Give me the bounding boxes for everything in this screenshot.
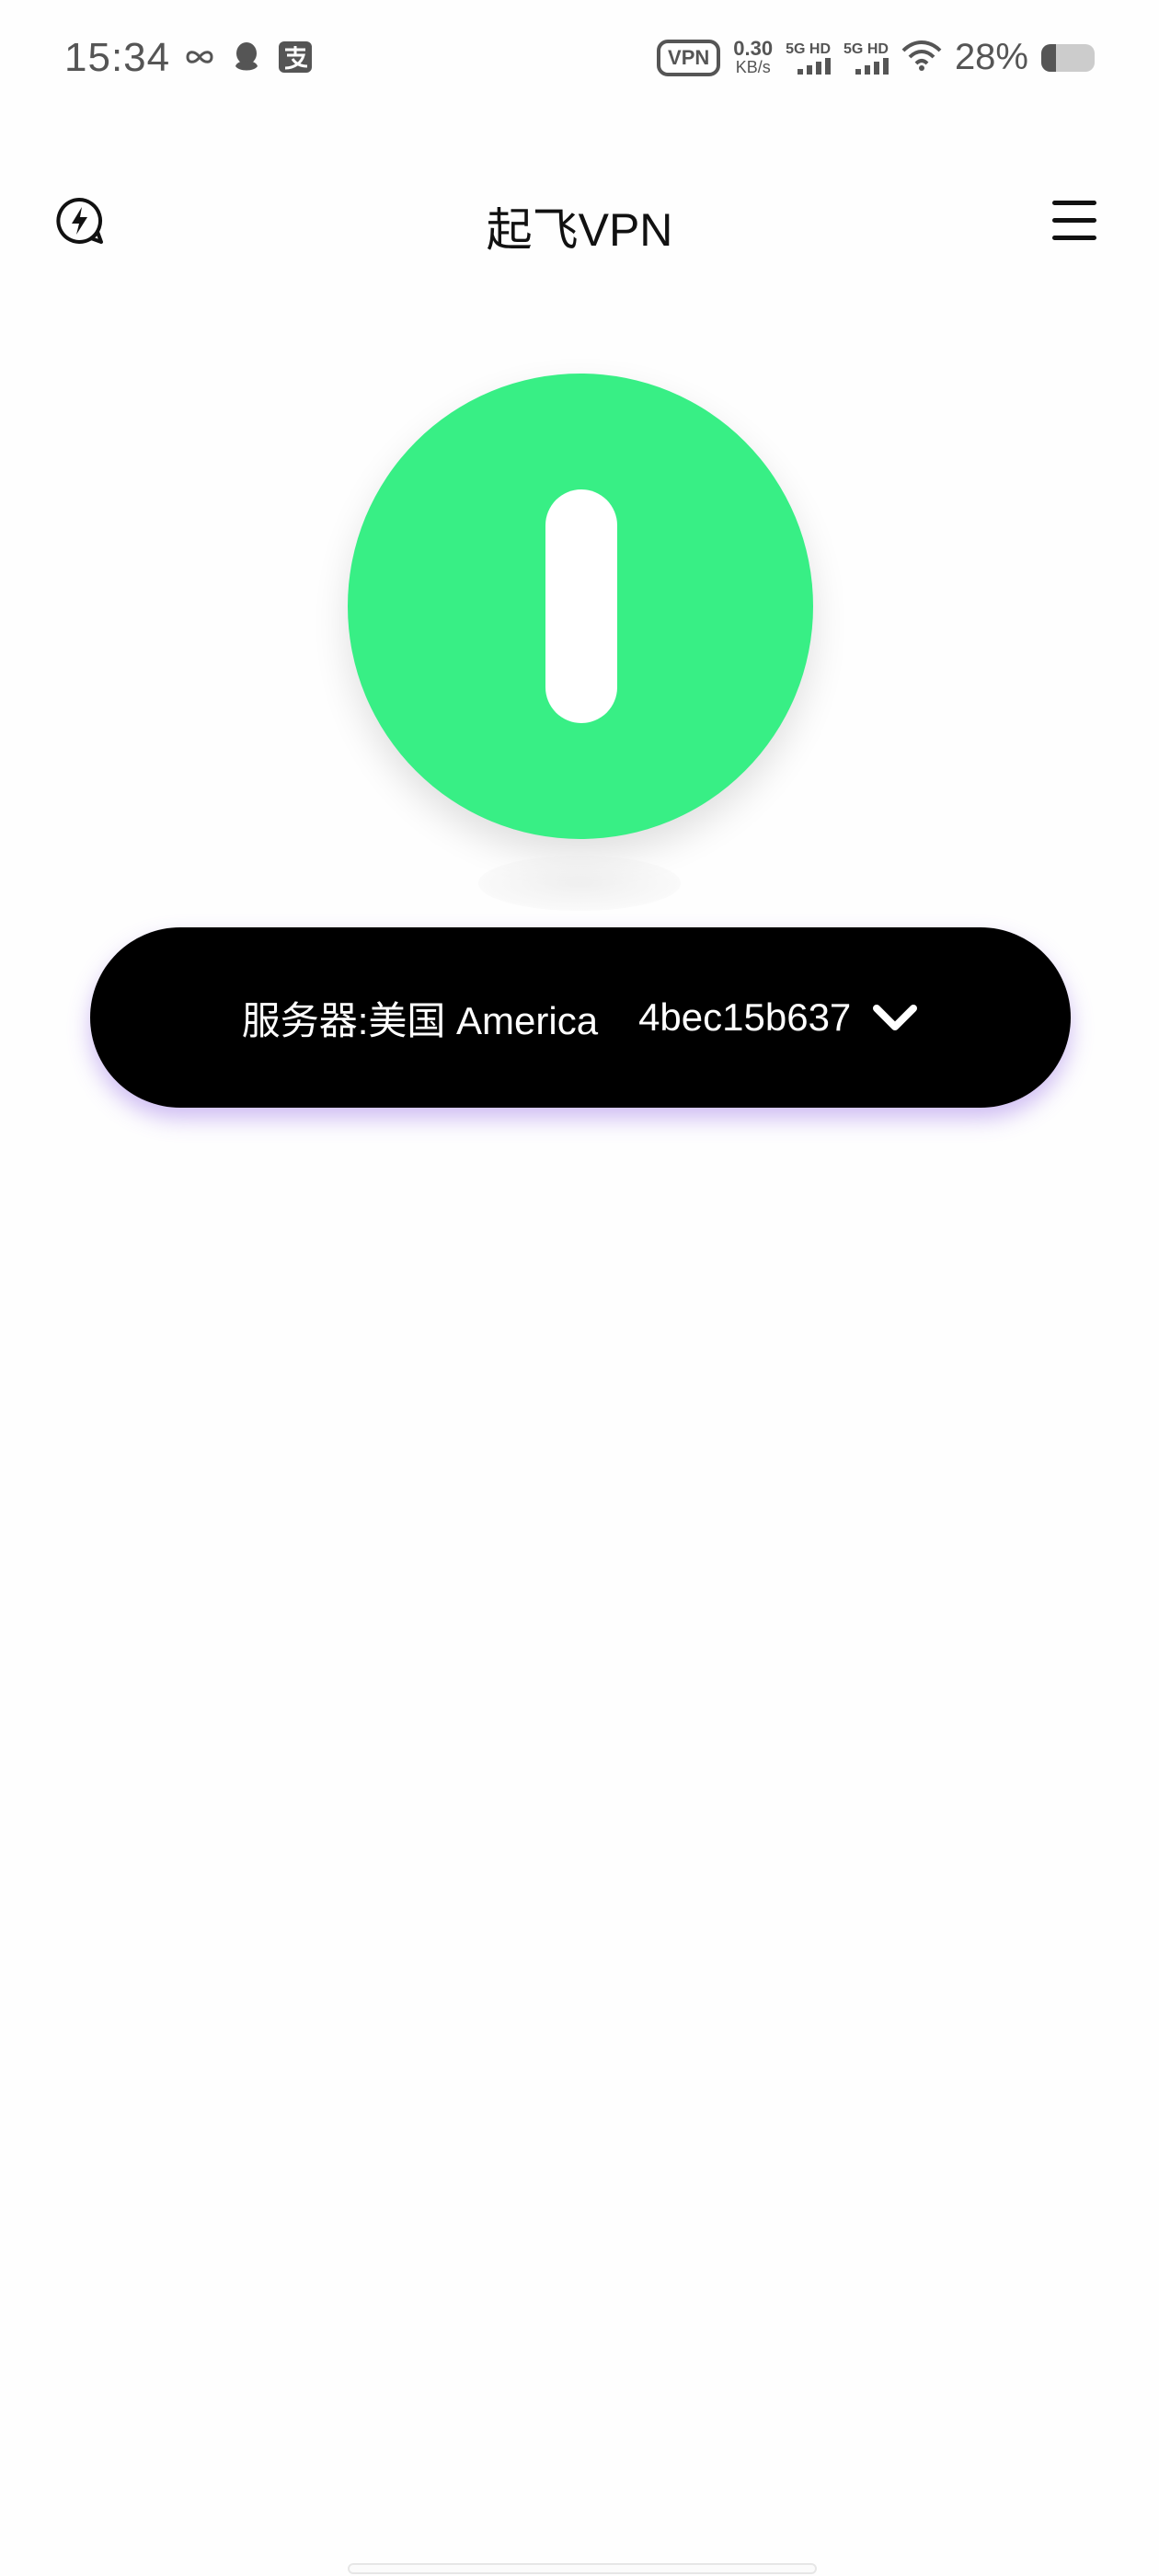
chevron-down-icon — [873, 1005, 918, 1030]
network-speed-value: 0.30 — [733, 36, 774, 60]
network-speed: 0.30 KB/s — [733, 36, 774, 76]
qq-penguin-icon — [232, 40, 261, 74]
app-title: 起飞VPN — [486, 204, 673, 256]
status-notification-icons — [184, 40, 313, 74]
sim1-label: 5G HD — [786, 40, 832, 57]
power-icon — [545, 489, 617, 723]
sim2-label: 5G HD — [843, 40, 889, 57]
power-button[interactable] — [348, 374, 813, 839]
alipay-icon — [278, 40, 313, 74]
sim1-signal: 5G HD — [786, 40, 832, 75]
app-header: 起飞VPN — [0, 175, 1159, 267]
server-selector-button[interactable]: 服务器:美国 America 4bec15b637 — [90, 927, 1071, 1108]
status-right-group: VPN 0.30 KB/s 5G HD 5G HD 28% — [657, 37, 1095, 78]
status-time: 15:34 — [64, 35, 171, 80]
server-label: 服务器:美国 America — [241, 998, 599, 1042]
app-screen: 15:34 VPN 0.30 KB/s 5G HD 5G HD 28% 起飞VP… — [0, 0, 1159, 2576]
battery-level-fill — [1041, 43, 1057, 72]
link-icon — [184, 45, 215, 69]
battery-icon — [1041, 43, 1095, 72]
status-bar: 15:34 VPN 0.30 KB/s 5G HD 5G HD 28% — [0, 0, 1159, 129]
server-id: 4bec15b637 — [638, 995, 852, 1039]
network-speed-unit: KB/s — [735, 57, 771, 76]
power-button-reflection — [478, 856, 681, 911]
home-indicator[interactable] — [348, 2563, 817, 2574]
sim2-signal-icon — [855, 57, 889, 75]
power-button-container — [348, 374, 813, 839]
vpn-badge: VPN — [657, 39, 721, 76]
menu-icon[interactable] — [1052, 201, 1096, 241]
wifi-icon — [901, 40, 942, 75]
sim2-signal: 5G HD — [843, 41, 889, 75]
battery-percent: 28% — [954, 37, 1028, 77]
sim1-signal-icon — [798, 57, 832, 75]
